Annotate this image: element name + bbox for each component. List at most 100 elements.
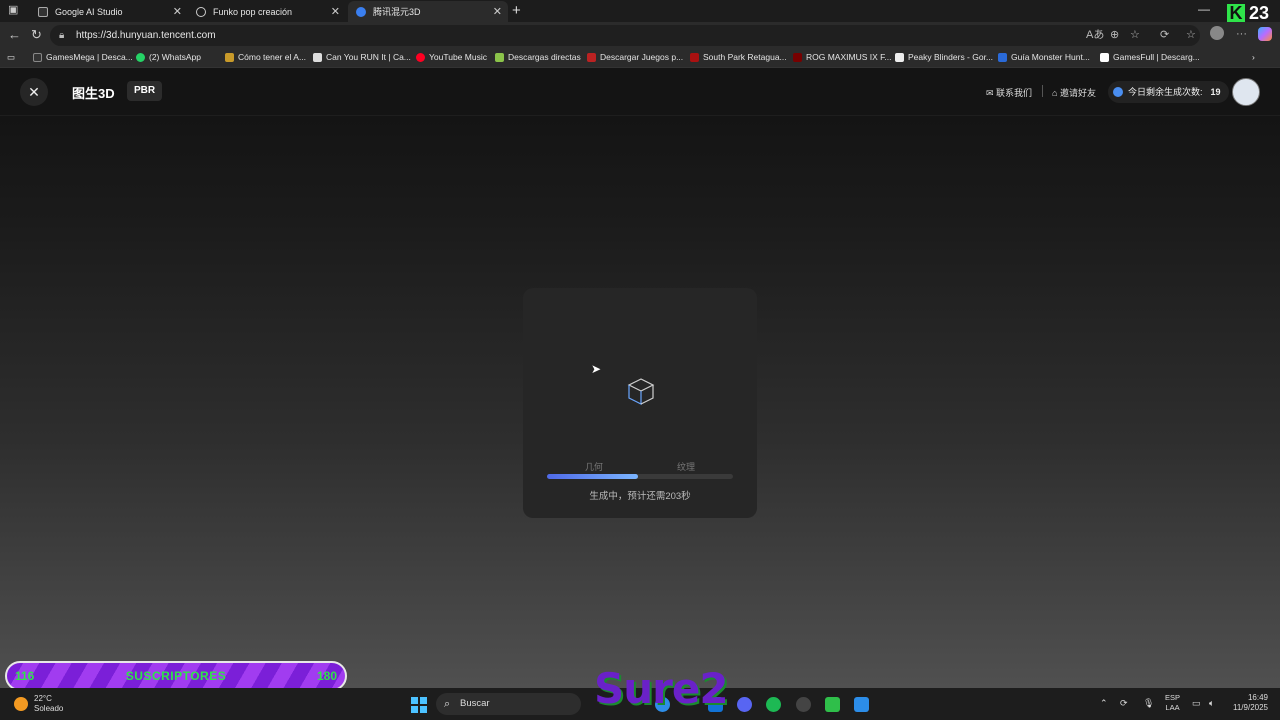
app-header: ✕ 图生3D PBR ✉ 联系我们 ⌂ 邀请好友 今日剩余生成次数: 19 xyxy=(0,68,1280,116)
youtube-music-icon xyxy=(416,52,425,62)
reload-icon[interactable]: ↻ xyxy=(31,27,42,43)
volume-icon[interactable]: 🔈︎ xyxy=(1209,698,1214,709)
bookmark-can-you-run-it[interactable]: Can You RUN It | Ca... xyxy=(313,52,411,62)
tab-google-ai-studio[interactable]: Google AI Studio ✕ xyxy=(30,1,188,22)
profile-icon[interactable] xyxy=(1210,26,1224,40)
bookmark-youtube-music[interactable]: YouTube Music xyxy=(416,52,487,62)
bookmark-label: Guía Monster Hunt... xyxy=(1011,52,1090,62)
bookmark-whatsapp[interactable]: (2) WhatsApp xyxy=(136,52,201,62)
bookmark-favicon-icon xyxy=(33,52,42,62)
generation-card: 几何 纹理 生成中，预计还需203秒 xyxy=(523,288,757,518)
gift-icon: ⌂ xyxy=(1052,88,1060,98)
blue-app-icon[interactable] xyxy=(854,697,869,712)
mic-icon[interactable]: 🎙︎ xyxy=(1143,698,1154,709)
subscriber-counter: 116 SUSCRIPTORES 180 xyxy=(5,661,347,691)
tab-title: Google AI Studio xyxy=(55,6,123,17)
tab-actions-icon[interactable]: ▣ xyxy=(8,3,18,16)
tab-favicon-icon xyxy=(38,6,48,17)
translate-icon[interactable]: Aあ xyxy=(1086,25,1104,46)
favorites-icon[interactable]: ☆ xyxy=(1186,28,1196,41)
discord-icon[interactable] xyxy=(737,697,752,712)
coin-icon xyxy=(1113,87,1123,97)
bookmark-rog-maximus[interactable]: ROG MAXIMUS IX F... xyxy=(793,52,891,62)
url-text: https://3d.hunyuan.tencent.com xyxy=(76,30,216,41)
bookmark-favicon-icon xyxy=(793,52,802,62)
tab-funko[interactable]: Funko pop creación ✕ xyxy=(188,1,346,22)
page-content: ✕ 图生3D PBR ✉ 联系我们 ⌂ 邀请好友 今日剩余生成次数: 19 几何 … xyxy=(0,68,1280,688)
green-app-icon[interactable] xyxy=(825,697,840,712)
bookmark-gamesfull[interactable]: GamesFull | Descarg... xyxy=(1100,52,1200,62)
corner-badge-number: 23 xyxy=(1249,3,1270,23)
corner-badge: K 23 xyxy=(1227,3,1269,24)
bookmark-gamesmega[interactable]: GamesMega | Desca... xyxy=(33,52,133,62)
tab-strip: ▣ Google AI Studio ✕ Funko pop creación … xyxy=(0,0,1280,24)
bookmark-descargas-directas[interactable]: Descargas directas xyxy=(495,52,581,62)
close-button[interactable]: ✕ xyxy=(20,78,48,106)
bookmark-favicon-icon xyxy=(895,52,904,62)
mail-icon: ✉ xyxy=(986,88,997,98)
tab-title: 腾讯混元3D xyxy=(373,7,421,17)
progress-bar xyxy=(547,474,733,479)
bookmark-label: ROG MAXIMUS IX F... xyxy=(806,52,892,62)
bookmark-label: Cómo tener el A... xyxy=(238,52,307,62)
more-icon[interactable]: ··· xyxy=(1236,28,1247,40)
zoom-icon[interactable]: ⊕ xyxy=(1110,25,1119,46)
tray-chevron-icon[interactable]: ⌃ xyxy=(1100,698,1108,709)
url-field[interactable]: 🔒︎ https://3d.hunyuan.tencent.com Aあ ⊕ ☆ xyxy=(50,25,1200,46)
bookmark-label: GamesFull | Descarg... xyxy=(1113,52,1200,62)
weather-widget[interactable]: 22°C Soleado xyxy=(34,694,63,714)
bookmark-favicon-icon xyxy=(998,52,1007,62)
bookmark-favicon-icon xyxy=(313,52,322,62)
extensions-icon[interactable]: ⟳ xyxy=(1160,28,1169,41)
copilot-icon[interactable] xyxy=(1258,27,1272,41)
mouse-cursor-icon: ➤ xyxy=(591,362,602,376)
windows-start-icon[interactable] xyxy=(411,697,427,713)
language-indicator[interactable]: ESP LAA xyxy=(1165,693,1180,713)
search-icon: ⌕ xyxy=(444,698,451,710)
spotify-icon[interactable] xyxy=(766,697,781,712)
bookmark-peaky-blinders[interactable]: Peaky Blinders - Gor... xyxy=(895,52,993,62)
whatsapp-icon xyxy=(136,52,145,62)
quota-label: 今日剩余生成次数: xyxy=(1128,87,1203,97)
bookmark-favicon-icon xyxy=(1100,52,1109,62)
weather-temp: 22°C xyxy=(34,694,52,703)
network-icon[interactable]: ▭ xyxy=(1192,698,1201,709)
bookmark-guia-monster-hunter[interactable]: Guía Monster Hunt... xyxy=(998,52,1090,62)
sync-icon[interactable]: ⟳ xyxy=(1120,698,1128,709)
favorite-star-icon[interactable]: ☆ xyxy=(1130,25,1140,46)
bookmark-south-park[interactable]: South Park Retagua... xyxy=(690,52,787,62)
taskbar-search[interactable]: ⌕ Buscar xyxy=(436,693,581,715)
k-logo-icon: K xyxy=(1227,4,1245,23)
quota-badge: 今日剩余生成次数: 19 xyxy=(1108,81,1229,103)
address-toolbar: ← ↻ 🔒︎ https://3d.hunyuan.tencent.com Aあ… xyxy=(0,22,1280,49)
quota-value: 19 xyxy=(1210,87,1221,97)
pbr-badge: PBR xyxy=(127,81,163,101)
bookmark-favicon-icon xyxy=(225,52,234,62)
tab-close-icon[interactable]: ✕ xyxy=(331,5,340,18)
contact-label: 联系我们 xyxy=(996,88,1033,98)
minimize-icon[interactable]: — xyxy=(1198,2,1210,16)
bookmark-como-tener[interactable]: Cómo tener el A... xyxy=(225,52,306,62)
tab-close-icon[interactable]: ✕ xyxy=(493,5,502,18)
subs-goal: 180 xyxy=(316,669,337,683)
bookmarks-menu-icon[interactable]: ▭ xyxy=(7,52,15,63)
search-placeholder: Buscar xyxy=(460,698,490,709)
app-icon[interactable] xyxy=(796,697,811,712)
status-text: 生成中，预计还需203秒 xyxy=(589,491,691,502)
invite-link[interactable]: ⌂ 邀请好友 xyxy=(1052,86,1096,99)
avatar[interactable] xyxy=(1232,78,1260,106)
bookmark-label: Can You RUN It | Ca... xyxy=(326,52,411,62)
bookmark-favicon-icon xyxy=(587,52,596,62)
header-divider xyxy=(1042,85,1043,97)
clock[interactable]: 16:49 11/9/2025 xyxy=(1228,693,1268,713)
back-icon[interactable]: ← xyxy=(8,27,21,42)
bookmarks-overflow-icon[interactable]: › xyxy=(1252,52,1255,62)
new-tab-icon[interactable]: + xyxy=(512,2,521,19)
weather-desc: Soleado xyxy=(34,704,64,713)
tab-hunyuan[interactable]: 腾讯混元3D ✕ xyxy=(348,1,508,22)
tab-close-icon[interactable]: ✕ xyxy=(173,5,182,18)
contact-link[interactable]: ✉ 联系我们 xyxy=(986,86,1032,99)
bookmark-descargar-juegos[interactable]: Descargar Juegos p... xyxy=(587,52,683,62)
lock-icon: 🔒︎ xyxy=(59,30,65,41)
channel-watermark: Sure2 xyxy=(594,664,729,713)
